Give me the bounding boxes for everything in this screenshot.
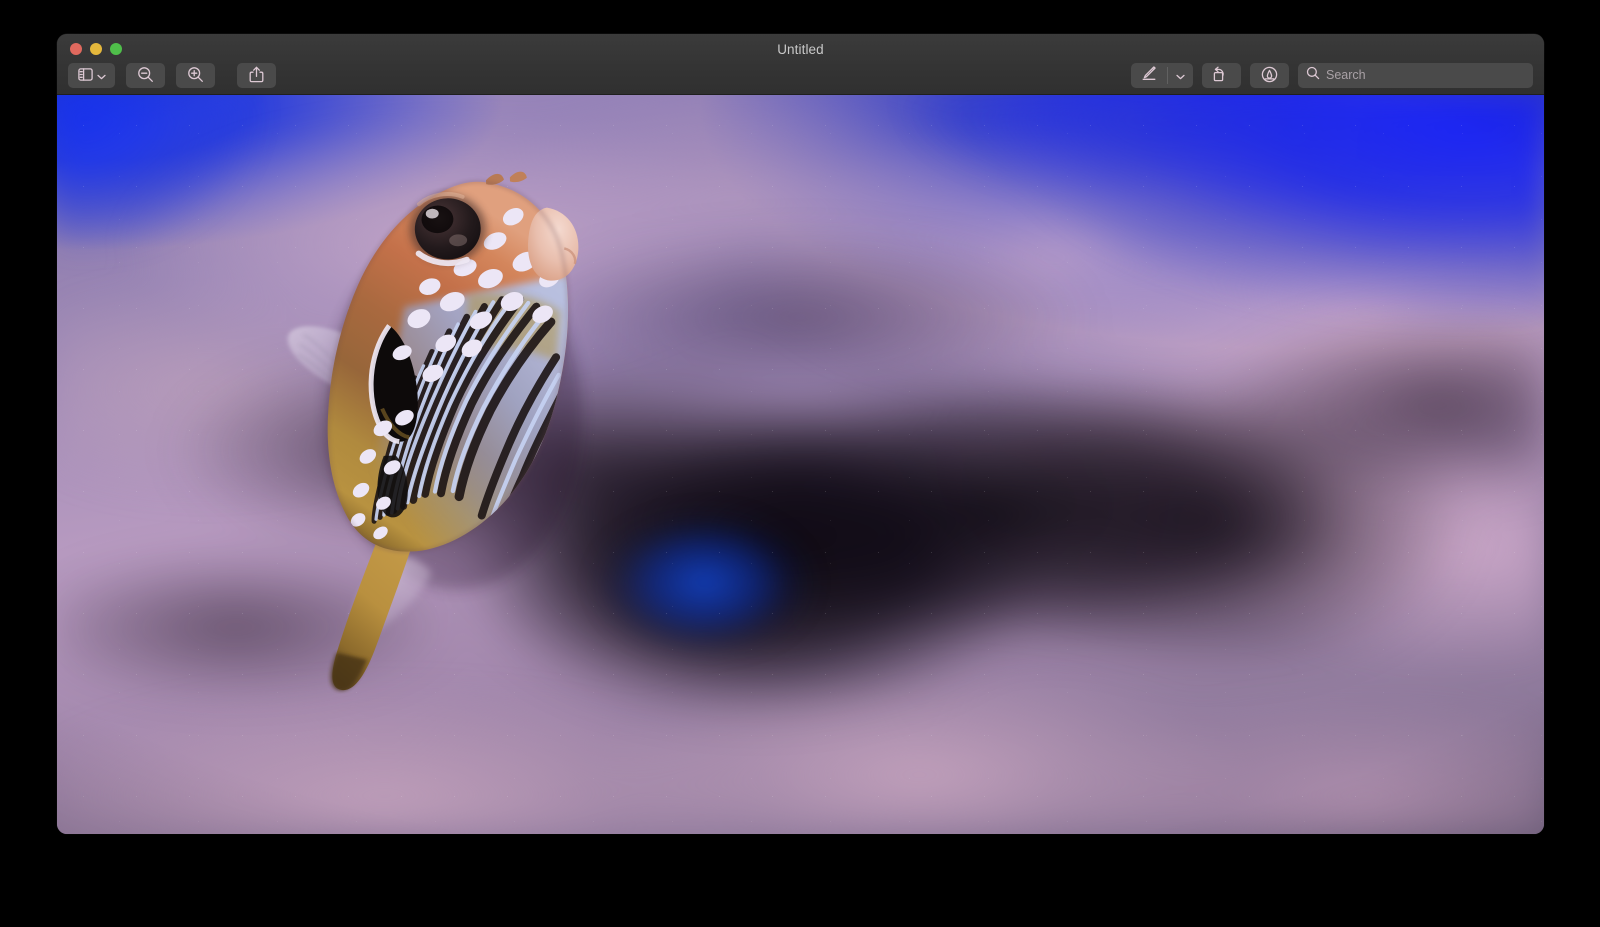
share-icon bbox=[249, 66, 264, 86]
minimize-button[interactable] bbox=[90, 43, 102, 55]
preview-window: Untitled bbox=[57, 34, 1544, 834]
markup-button-group bbox=[1131, 63, 1193, 88]
zoom-out-button[interactable] bbox=[126, 63, 165, 88]
maximize-button[interactable] bbox=[110, 43, 122, 55]
pen-icon bbox=[1141, 65, 1157, 86]
toolbar-right-group: Search bbox=[1131, 63, 1533, 88]
search-icon bbox=[1306, 66, 1320, 85]
chevron-down-icon bbox=[1176, 67, 1185, 85]
zoom-in-button[interactable] bbox=[176, 63, 215, 88]
snout bbox=[527, 206, 580, 281]
chevron-down-icon bbox=[97, 68, 106, 83]
share-button[interactable] bbox=[237, 63, 276, 88]
image-canvas[interactable] bbox=[57, 95, 1544, 834]
zoom-out-icon bbox=[137, 66, 154, 86]
desktop-background: Untitled bbox=[0, 0, 1600, 927]
sidebar-toggle-button[interactable] bbox=[68, 63, 115, 88]
pufferfish-subject bbox=[250, 151, 648, 696]
annotate-button[interactable] bbox=[1250, 63, 1289, 88]
markup-button[interactable] bbox=[1131, 63, 1167, 88]
toolbar-left-group bbox=[68, 63, 276, 88]
traffic-light-group bbox=[70, 43, 122, 55]
sign-icon bbox=[1261, 66, 1278, 86]
search-input[interactable]: Search bbox=[1326, 69, 1366, 82]
zoom-in-icon bbox=[187, 66, 204, 86]
window-title: Untitled bbox=[57, 42, 1544, 57]
close-button[interactable] bbox=[70, 43, 82, 55]
rotate-button[interactable] bbox=[1202, 63, 1241, 88]
rotate-icon bbox=[1213, 66, 1230, 85]
dorsal-nub-2 bbox=[510, 171, 527, 182]
photo-content bbox=[57, 95, 1544, 834]
search-field[interactable]: Search bbox=[1298, 63, 1533, 88]
window-titlebar[interactable]: Untitled bbox=[57, 34, 1544, 95]
sidebar-icon bbox=[78, 68, 93, 84]
markup-dropdown-button[interactable] bbox=[1168, 63, 1193, 88]
